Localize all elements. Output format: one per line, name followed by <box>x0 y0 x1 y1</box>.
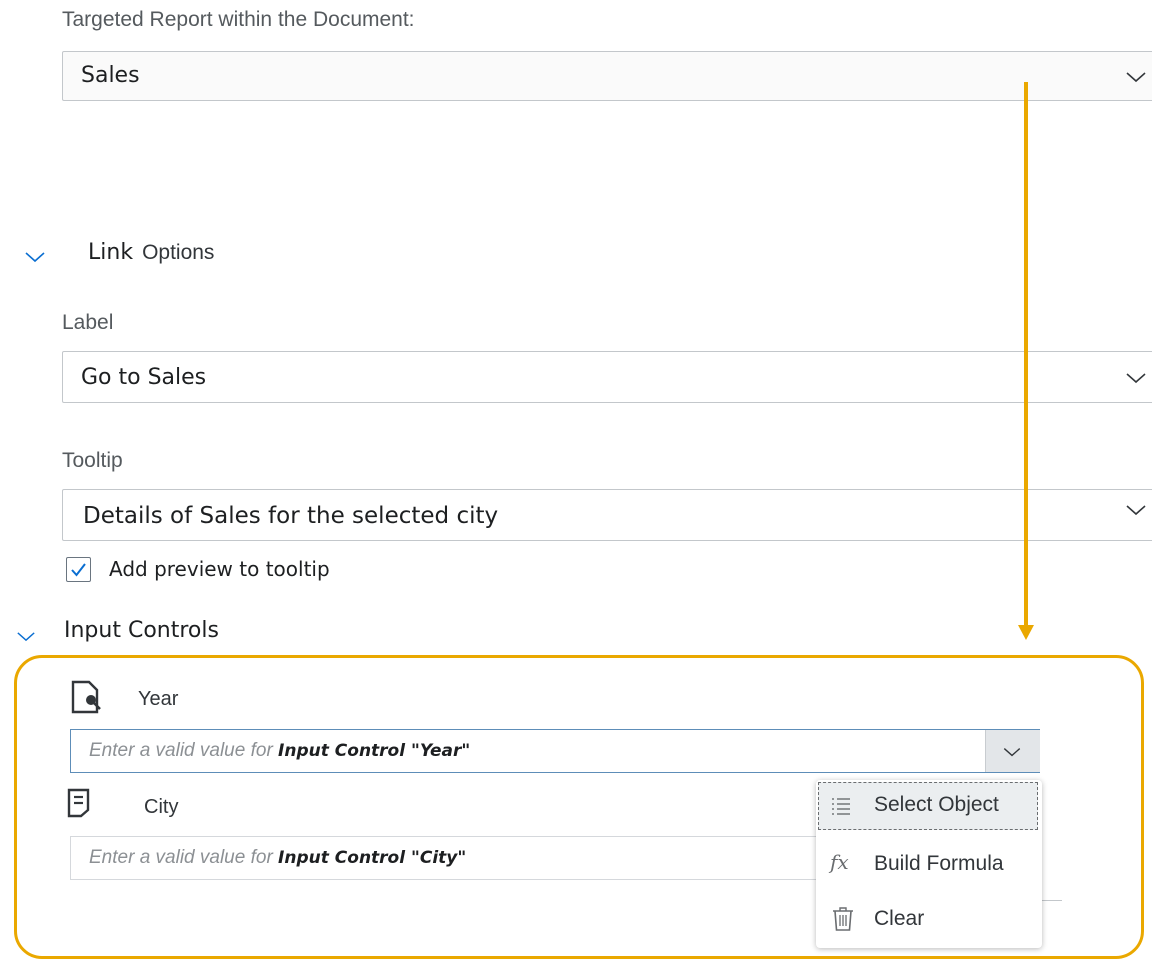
targeted-report-select[interactable]: Sales <box>62 51 1152 101</box>
tooltip-value: Details of Sales for the selected city <box>83 503 499 529</box>
placeholder-target: Input Control "City" <box>278 848 467 868</box>
input-control-dropdown-menu: Select Object fx Build Formula Clear <box>816 780 1042 948</box>
input-controls-title: Input Controls <box>64 618 219 643</box>
preview-checkbox-label[interactable]: Add preview to tooltip <box>109 557 330 581</box>
input-control-year-field[interactable]: Enter a valid value for Input Control "Y… <box>70 729 1040 773</box>
targeted-report-value: Sales <box>81 63 140 88</box>
input-control-year-placeholder: Enter a valid value for Input Control "Y… <box>89 740 470 762</box>
divider <box>1042 900 1062 901</box>
label-select[interactable]: Go to Sales <box>62 351 1152 403</box>
year-dropdown-button[interactable] <box>985 730 1040 772</box>
placeholder-target: Input Control "Year" <box>278 741 471 761</box>
preview-checkbox[interactable] <box>66 557 91 582</box>
input-control-year-name: Year <box>138 688 179 710</box>
chevron-down-icon <box>1003 748 1021 757</box>
label-value: Go to Sales <box>81 365 207 390</box>
trash-icon <box>833 907 853 931</box>
formula-icon: fx <box>830 850 849 874</box>
input-control-icon <box>67 788 90 818</box>
link-options-title-bold: Link <box>88 240 134 265</box>
input-control-icon <box>71 680 101 714</box>
label-field-label: Label <box>62 311 114 334</box>
chevron-down-icon <box>1126 373 1146 384</box>
menu-item-build-formula[interactable]: fx Build Formula <box>816 838 1042 890</box>
menu-item-label: Clear <box>874 907 925 930</box>
menu-item-label: Build Formula <box>874 852 1004 875</box>
list-icon <box>832 798 850 815</box>
targeted-report-label: Targeted Report within the Document: <box>62 8 415 31</box>
collapse-link-options-icon[interactable] <box>24 250 46 264</box>
checkmark-icon <box>71 563 86 577</box>
tooltip-field-label: Tooltip <box>62 449 123 472</box>
input-control-city-placeholder: Enter a valid value for Input Control "C… <box>89 847 466 869</box>
menu-item-select-object[interactable]: Select Object <box>816 780 1042 832</box>
chevron-down-icon <box>1126 72 1146 83</box>
chevron-down-icon <box>1126 505 1146 516</box>
collapse-input-controls-icon[interactable] <box>16 630 36 643</box>
link-options-title-rest: Options <box>142 241 215 264</box>
menu-item-clear[interactable]: Clear <box>816 894 1042 946</box>
placeholder-prefix: Enter a valid value for <box>89 847 273 868</box>
input-control-city-name: City <box>144 796 179 818</box>
link-options-title: Link Options <box>88 240 214 265</box>
tooltip-select[interactable]: Details of Sales for the selected city <box>62 489 1152 541</box>
highlight-arrow <box>1018 82 1034 640</box>
placeholder-prefix: Enter a valid value for <box>89 740 273 761</box>
menu-item-label: Select Object <box>874 793 999 816</box>
